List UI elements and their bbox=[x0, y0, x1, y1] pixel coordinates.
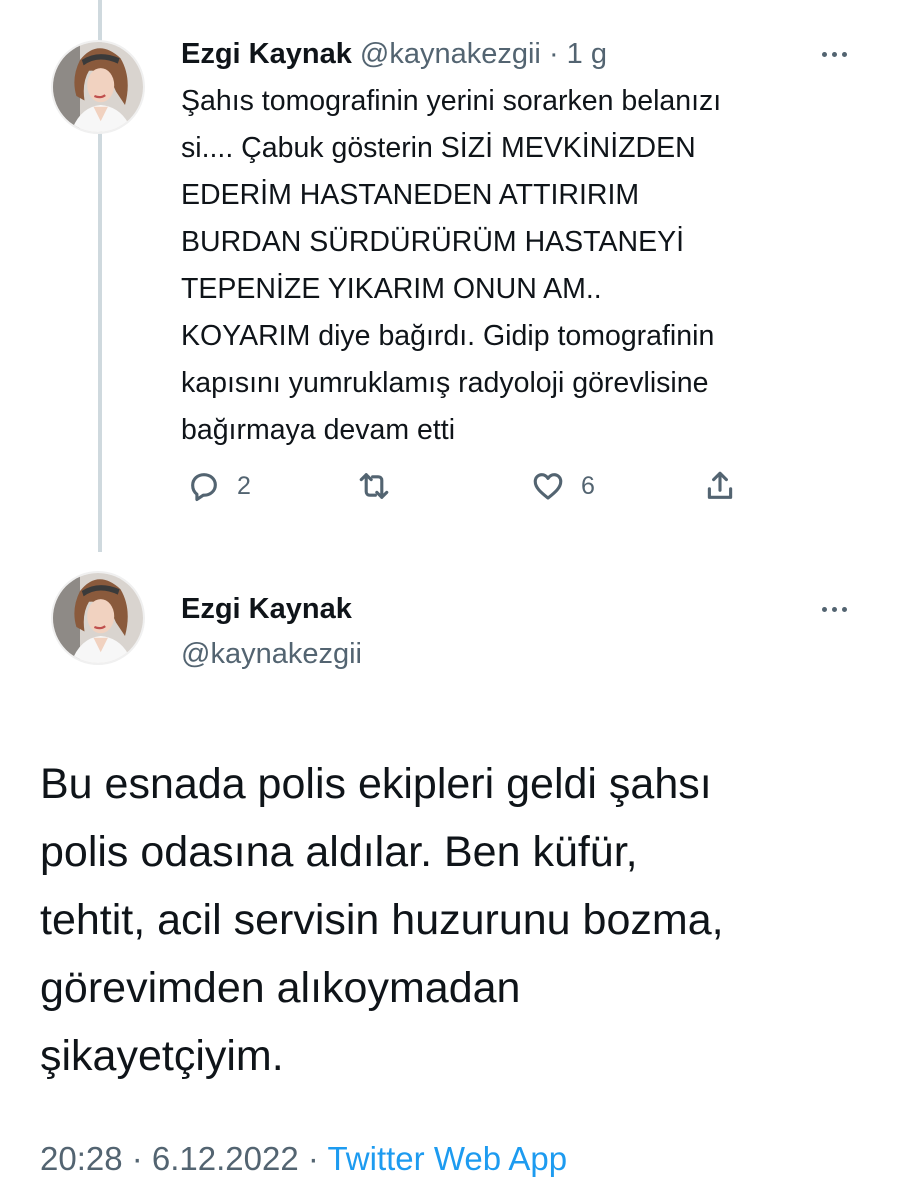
like-count: 6 bbox=[581, 471, 595, 500]
tweet-text-line: polis odasına aldılar. Ben küfür, bbox=[40, 828, 638, 876]
avatar[interactable] bbox=[51, 40, 145, 134]
retweet-button[interactable] bbox=[357, 469, 407, 503]
more-options-icon[interactable] bbox=[822, 52, 847, 57]
author-handle[interactable]: @kaynakezgii bbox=[360, 38, 541, 70]
tweet-text-line: şikayetçiyim. bbox=[40, 1032, 284, 1080]
tweet-text-line: KOYARIM diye bağırdı. Gidip tomografinin bbox=[181, 320, 715, 352]
tweet-header: Ezgi Kaynak @kaynakezgii · 1 g bbox=[181, 38, 607, 71]
tweet-action-bar: 2 6 bbox=[181, 469, 761, 509]
tweet-text-line: EDERİM HASTANEDEN ATTIRIRIM bbox=[181, 179, 640, 211]
tweet-timestamp[interactable]: 20:28 · 6.12.2022 bbox=[40, 1140, 299, 1177]
tweet-text-line: tehtit, acil servisin huzurunu bozma, bbox=[40, 896, 724, 944]
avatar[interactable] bbox=[51, 571, 145, 665]
tweet-text-line: kapısını yumruklamış radyoloji görevlisi… bbox=[181, 367, 709, 399]
tweet-text-line: bağırmaya devam etti bbox=[181, 414, 456, 446]
tweet-text-line: BURDAN SÜRDÜRÜRÜM HASTANEYİ bbox=[181, 226, 685, 258]
tweet-metadata: 20:28 · 6.12.2022 · Twitter Web App bbox=[40, 1140, 567, 1178]
heart-icon bbox=[533, 473, 563, 500]
share-icon bbox=[707, 471, 733, 499]
author-name[interactable]: Ezgi Kaynak bbox=[181, 593, 352, 626]
share-button[interactable] bbox=[703, 469, 737, 503]
tweet-text-line: si.... Çabuk gösterin SİZİ MEVKİNİZDEN bbox=[181, 132, 696, 164]
reply-count: 2 bbox=[237, 471, 251, 500]
separator: · bbox=[307, 1140, 319, 1177]
tweet-text-line: görevimden alıkoymadan bbox=[40, 964, 521, 1012]
reply-button[interactable]: 2 bbox=[187, 469, 251, 503]
avatar-photo-icon bbox=[53, 573, 143, 663]
tweet-text: Şahıs tomografinin yerini sorarken belan… bbox=[181, 78, 871, 454]
tweet-text-line: TEPENİZE YIKARIM ONUN AM.. bbox=[181, 273, 602, 305]
author-name[interactable]: Ezgi Kaynak bbox=[181, 38, 352, 70]
tweet-text-line: Şahıs tomografinin yerini sorarken belan… bbox=[181, 85, 722, 117]
tweet-text: Bu esnada polis ekipleri geldi şahsı pol… bbox=[40, 750, 870, 1090]
tweet-source-link[interactable]: Twitter Web App bbox=[327, 1140, 567, 1177]
retweet-icon bbox=[359, 473, 389, 499]
reply-icon bbox=[191, 473, 217, 502]
separator: · bbox=[548, 38, 559, 70]
tweet-time[interactable]: 1 g bbox=[567, 38, 607, 70]
more-options-icon[interactable] bbox=[822, 607, 847, 612]
tweet-text-line: Bu esnada polis ekipleri geldi şahsı bbox=[40, 760, 712, 808]
like-button[interactable]: 6 bbox=[531, 469, 595, 503]
avatar-photo-icon bbox=[53, 42, 143, 132]
author-handle[interactable]: @kaynakezgii bbox=[181, 638, 362, 671]
